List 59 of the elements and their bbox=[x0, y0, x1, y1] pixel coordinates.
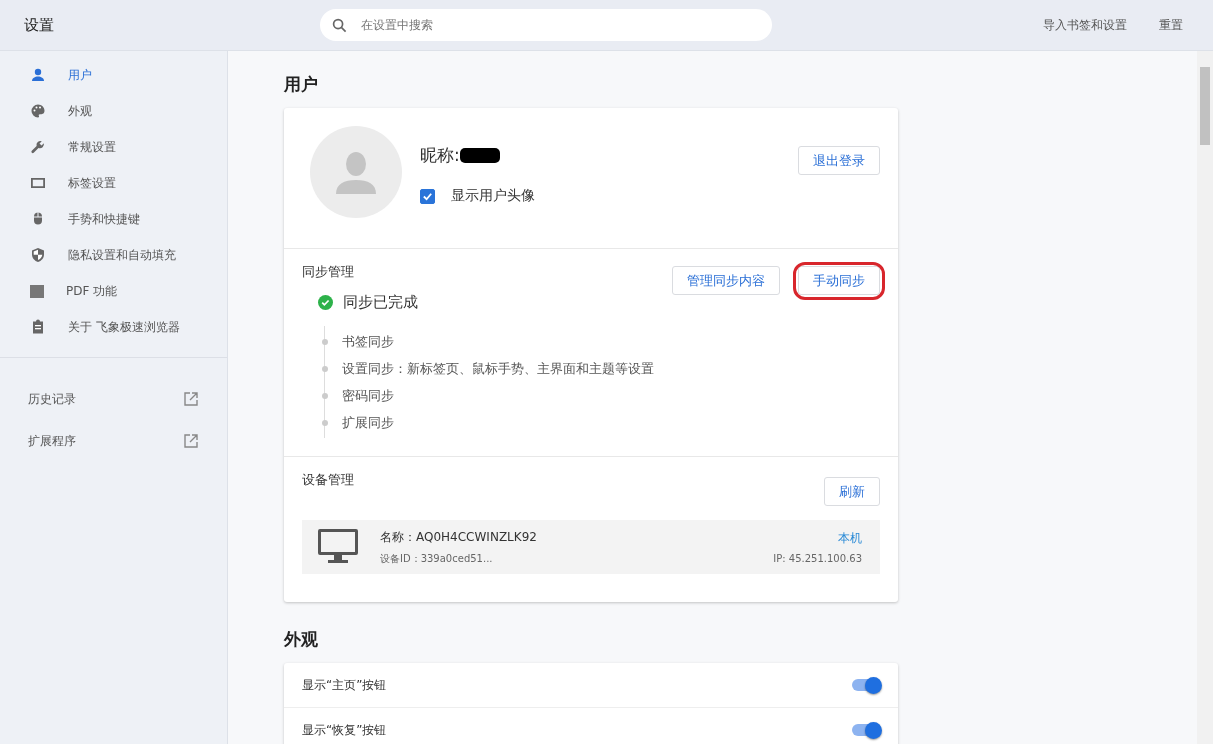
palette-icon bbox=[30, 103, 46, 119]
manual-sync-button[interactable]: 手动同步 bbox=[798, 266, 880, 295]
search-icon bbox=[332, 17, 347, 33]
sidebar-item[interactable]: 外观 bbox=[0, 93, 227, 129]
external-link-icon bbox=[183, 433, 199, 449]
person-icon bbox=[30, 67, 46, 83]
wrench-icon bbox=[30, 139, 46, 155]
logout-button[interactable]: 退出登录 bbox=[798, 146, 880, 175]
timeline-dot bbox=[321, 338, 328, 345]
redaction-mark bbox=[459, 148, 500, 163]
check-circle-icon bbox=[318, 295, 333, 310]
sync-item: 密码同步 bbox=[341, 386, 394, 405]
sidebar-item[interactable]: 关于 飞象极速浏览器 bbox=[0, 309, 227, 345]
device-name: 名称：AQ0H4CCWINZLK92 bbox=[380, 528, 537, 546]
sidebar-item[interactable]: 手势和快捷键 bbox=[0, 201, 227, 237]
timeline-dot bbox=[321, 392, 328, 399]
link-label[interactable]: 历史记录 bbox=[28, 390, 76, 408]
setting-label: 显示“恢复”按钮 bbox=[302, 721, 387, 739]
checkbox-label: 显示用户头像 bbox=[451, 187, 535, 205]
timeline-dot bbox=[321, 365, 328, 372]
section-heading: 用户 bbox=[284, 73, 319, 96]
toggle-switch[interactable] bbox=[852, 679, 880, 691]
header-action-link[interactable]: 重置 bbox=[1159, 16, 1183, 34]
sidebar-item[interactable]: PDF 功能 bbox=[0, 273, 227, 309]
tab-icon bbox=[30, 175, 46, 191]
sidebar-link[interactable]: 历史记录 bbox=[0, 378, 227, 420]
link-label[interactable]: 扩展程序 bbox=[28, 432, 76, 450]
refresh-button[interactable]: 刷新 bbox=[824, 477, 880, 506]
search-bar[interactable]: 在设置中搜索 bbox=[320, 9, 772, 41]
sidebar-item[interactable]: 隐私设置和自动填充 bbox=[0, 237, 227, 273]
device-ip: IP: 45.251.100.63 bbox=[773, 553, 862, 564]
subsection-title: 设备管理 bbox=[302, 471, 354, 489]
monitor-icon bbox=[318, 529, 358, 565]
setting-label: 显示“主页”按钮 bbox=[302, 676, 387, 694]
section-heading: 外观 bbox=[284, 628, 319, 651]
nickname-label: 昵称: bbox=[420, 144, 460, 167]
search-input[interactable]: 在设置中搜索 bbox=[359, 17, 760, 33]
toggle-switch[interactable] bbox=[852, 724, 880, 736]
sync-item: 书签同步 bbox=[341, 332, 394, 351]
sidebar-item[interactable]: 用户 bbox=[0, 57, 227, 93]
checkmark-icon bbox=[422, 190, 433, 202]
device-id: 设备ID：339a0ced51... bbox=[380, 551, 494, 566]
clipboard-icon bbox=[30, 319, 46, 335]
sync-status: 同步已完成 bbox=[343, 293, 418, 312]
checkbox[interactable] bbox=[420, 188, 435, 204]
current-device-tag: 本机 bbox=[773, 530, 862, 547]
shield-icon bbox=[30, 247, 46, 263]
sidebar-item[interactable]: 常规设置 bbox=[0, 129, 227, 165]
subsection-title: 同步管理 bbox=[302, 263, 354, 281]
header-action-link[interactable]: 导入书签和设置 bbox=[1043, 16, 1127, 34]
sync-item: 设置同步：新标签页、鼠标手势、主界面和主题等设置 bbox=[341, 359, 654, 378]
sync-item: 扩展同步 bbox=[341, 413, 394, 432]
sidebar-link[interactable]: 扩展程序 bbox=[0, 420, 227, 462]
settings-title: 设置 bbox=[23, 15, 55, 35]
scrollbar[interactable] bbox=[1197, 51, 1213, 744]
manage-sync-button[interactable]: 管理同步内容 bbox=[672, 266, 780, 295]
sidebar-item[interactable]: 标签设置 bbox=[0, 165, 227, 201]
timeline-dot bbox=[321, 419, 328, 426]
external-link-icon bbox=[183, 391, 199, 407]
